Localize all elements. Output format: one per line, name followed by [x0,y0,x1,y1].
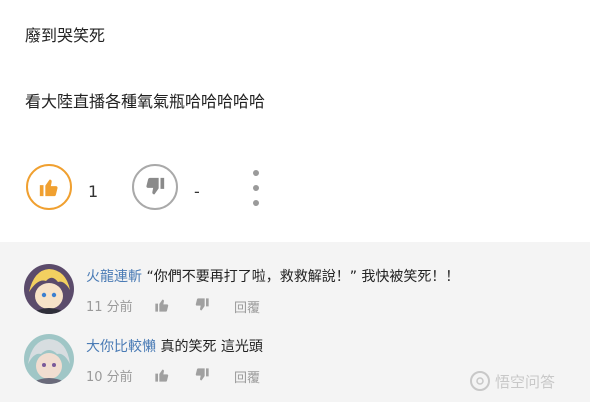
comment-dislike-button[interactable] [194,297,210,317]
more-dot [253,200,259,206]
comment-like-button[interactable] [154,297,170,317]
comment-dislike-button[interactable] [194,367,210,387]
comment-like-button[interactable] [154,367,170,387]
post-line-2: 看大陸直播各種氧氣瓶哈哈哈哈哈 [25,92,266,111]
post-line-1: 廢到哭笑死 [25,26,106,45]
more-dot [253,185,259,191]
downvote-count: - [194,182,200,201]
comment-meta: 11 分前 回覆 [86,296,386,317]
avatar[interactable] [24,334,74,384]
avatar[interactable] [24,264,74,314]
comment-time: 10 分前 [86,370,133,385]
comment-line: 火龍連斬 “你們不要再打了啦，救救解說！” 我快被笑死！！ [86,266,459,286]
upvote-button[interactable] [26,164,72,210]
comment-username[interactable]: 火龍連斬 [86,269,142,285]
downvote-button[interactable] [132,164,178,210]
thumbs-down-icon [195,368,209,381]
comment-time: 11 分前 [86,300,133,315]
comment-item: 火龍連斬 “你們不要再打了啦，救救解說！” 我快被笑死！！ 11 分前 回覆 [0,262,590,332]
logo-mark-icon [476,377,484,385]
more-dot [253,170,259,176]
more-options-button[interactable] [250,170,262,206]
thumbs-up-icon [155,369,169,382]
comment-reply-button[interactable]: 回覆 [234,297,260,316]
avatar-image-icon [24,334,74,384]
comment-reply-button[interactable]: 回覆 [234,367,260,386]
upvote-count: 1 [88,182,99,201]
thumbs-up-icon [39,179,58,197]
thumbs-down-icon [146,177,165,195]
watermark: 悟空问答 [470,369,582,393]
comment-username[interactable]: 大你比較懶 [86,339,156,355]
comment-meta: 10 分前 回覆 [86,366,386,387]
logo-icon [470,371,490,391]
comment-text: 真的笑死 這光頭 [160,339,263,355]
thumbs-down-icon [195,298,209,311]
comment-text: “你們不要再打了啦，救救解說！” 我快被笑死！！ [146,269,460,285]
comment-line: 大你比較懶 真的笑死 這光頭 [86,336,263,356]
watermark-text: 悟空问答 [495,372,556,391]
avatar-image-icon [24,264,74,314]
thumbs-up-icon [155,299,169,312]
